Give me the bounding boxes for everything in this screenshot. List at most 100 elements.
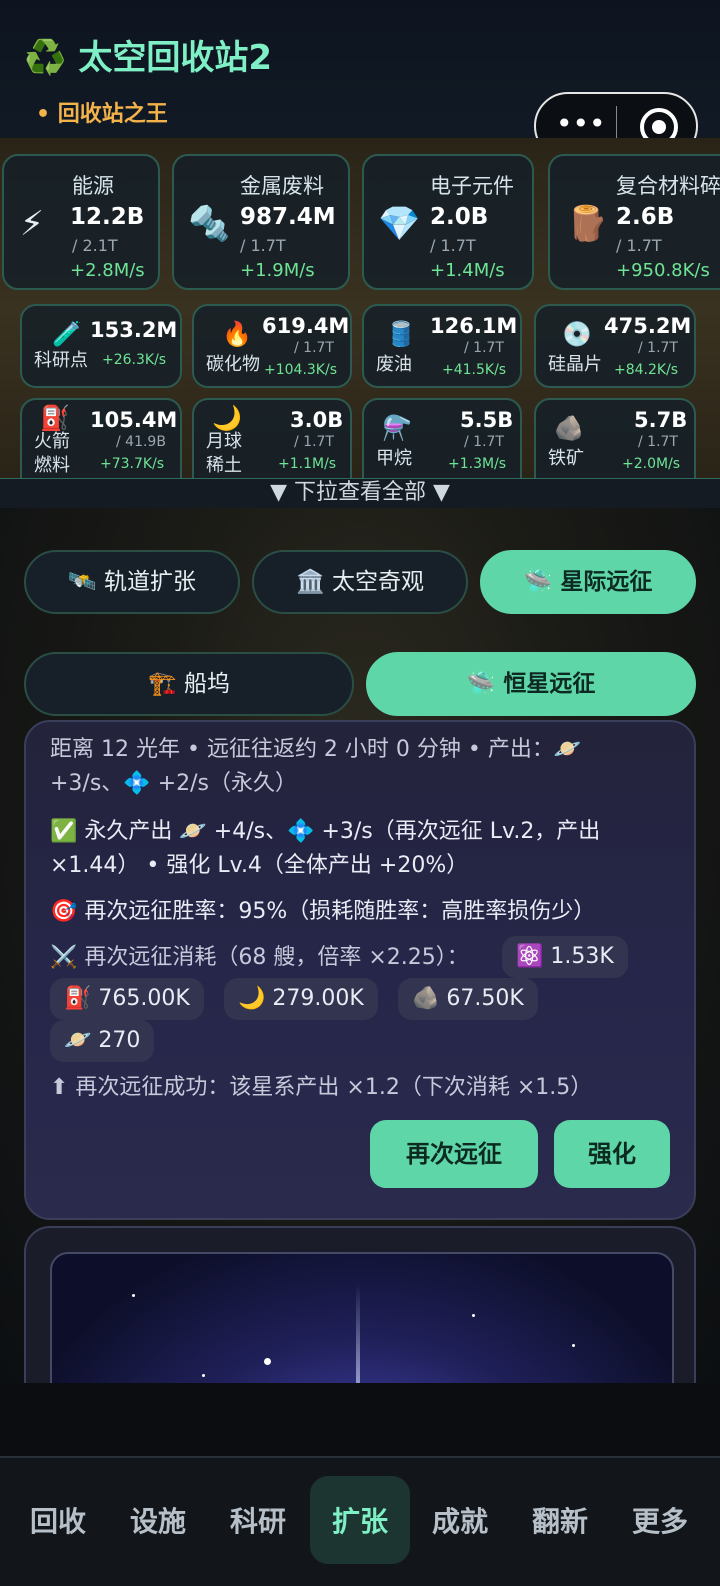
resource-rate: +26.3K/s bbox=[102, 352, 167, 368]
oil-barrel-icon: 🛢️ bbox=[386, 320, 416, 348]
resource-amount: 105.4M bbox=[90, 408, 178, 432]
resource-card-silicon-wafer: 💿 475.2M / 1.7T 硅晶片 +84.2K/s bbox=[534, 304, 696, 388]
bottom-nav: 回收 设施 科研 扩张 成就 翻新 更多 bbox=[0, 1456, 720, 1586]
resource-amount: 3.0B bbox=[290, 408, 344, 432]
resource-name: 铁矿 bbox=[548, 448, 584, 469]
resource-amount: 153.2M bbox=[90, 318, 178, 342]
resource-amount: 2.6B bbox=[616, 204, 675, 230]
resource-amount: 12.2B bbox=[70, 204, 145, 230]
resource-amount: 2.0B bbox=[430, 204, 489, 230]
nav-achievements[interactable]: 成就 bbox=[410, 1458, 510, 1586]
fuel-pump-icon: ⛽ bbox=[40, 404, 70, 432]
resource-name: 能源 bbox=[72, 174, 114, 198]
resource-name: 废油 bbox=[376, 354, 412, 375]
tab-interstellar-expedition[interactable]: 🛸 星际远征 bbox=[480, 550, 696, 614]
resource-card-waste-oil: 🛢️ 126.1M / 1.7T 废油 +41.5K/s bbox=[362, 304, 522, 388]
resource-cap: / 1.7T bbox=[430, 236, 476, 255]
resource-cap: / 1.7T bbox=[464, 434, 504, 450]
cost-chip-rock: 🪨 67.50K bbox=[398, 978, 538, 1020]
test-tube-icon: 🧪 bbox=[52, 320, 82, 348]
resource-card-metal-scrap: 金属废料 🔩 987.4M / 1.7T +1.9M/s bbox=[172, 154, 350, 290]
nav-more[interactable]: 更多 bbox=[610, 1458, 710, 1586]
lightning-icon: ⚡ bbox=[20, 204, 44, 244]
tab-stellar-expedition[interactable]: 🛸 恒星远征 bbox=[366, 652, 696, 716]
resource-rate: +1.9M/s bbox=[240, 260, 315, 281]
app-title-text: 太空回收站2 bbox=[78, 38, 273, 78]
resource-cap: / 1.7T bbox=[616, 236, 662, 255]
app-title: ♻️ 太空回收站2 bbox=[24, 30, 272, 79]
more-menu-icon[interactable]: ••• bbox=[556, 108, 606, 140]
flask-icon: ⚗️ bbox=[382, 414, 412, 442]
resource-rate: +104.3K/s bbox=[264, 362, 338, 378]
resource-rate: +1.1M/s bbox=[278, 456, 337, 472]
resource-card-lunar-rare-earth: 🌙 3.0B / 1.7T 月球稀土 +1.1M/s bbox=[192, 398, 352, 478]
permanent-output-line1: ✅ 永久产出 🪐 +4/s、💠 +3/s（再次远征 Lv.2，产出 bbox=[50, 819, 601, 844]
resource-panel[interactable]: 能源 ⚡ 12.2B / 2.1T +2.8M/s 金属废料 🔩 987.4M … bbox=[0, 138, 720, 478]
bolt-icon: 🔩 bbox=[188, 204, 231, 244]
resource-rate: +1.3M/s bbox=[448, 456, 507, 472]
content-bottom-spacer bbox=[0, 1383, 720, 1456]
resource-cap: / 1.7T bbox=[638, 340, 678, 356]
resource-cap: / 1.7T bbox=[240, 236, 286, 255]
resource-card-energy: 能源 ⚡ 12.2B / 2.1T +2.8M/s bbox=[2, 154, 160, 290]
resource-card-research: 🧪 153.2M 科研点 +26.3K/s bbox=[20, 304, 182, 388]
resource-rate: +41.5K/s bbox=[442, 362, 507, 378]
resource-amount: 5.5B bbox=[460, 408, 514, 432]
resource-card-composite: 复合材料碎 🪵 2.6B / 1.7T +950.8K/s bbox=[548, 154, 720, 290]
resource-amount: 475.2M bbox=[604, 314, 692, 338]
resource-cap: / 1.7T bbox=[294, 434, 334, 450]
star bbox=[202, 1374, 205, 1377]
nav-recycle[interactable]: 回收 bbox=[8, 1458, 108, 1586]
pull-to-expand-hint[interactable]: ▼ 下拉查看全部 ▼ bbox=[0, 478, 720, 510]
resource-amount: 5.7B bbox=[634, 408, 688, 432]
resource-name: 复合材料碎 bbox=[616, 174, 720, 198]
resource-card-iron-ore: 🪨 5.7B / 1.7T 铁矿 +2.0M/s bbox=[534, 398, 696, 478]
upgrade-button[interactable]: 强化 bbox=[554, 1120, 670, 1188]
nav-renovate[interactable]: 翻新 bbox=[510, 1458, 610, 1586]
resource-cap: / 1.7T bbox=[638, 434, 678, 450]
cost-label: ⚔️ 再次远征消耗（68 艘，倍率 ×2.25）： bbox=[50, 945, 469, 970]
resource-card-electronics: 电子元件 💎 2.0B / 1.7T +1.4M/s bbox=[362, 154, 534, 290]
moon-icon: 🌙 bbox=[212, 404, 242, 432]
recycle-icon: ♻️ bbox=[24, 38, 67, 78]
star bbox=[472, 1314, 475, 1317]
cost-chip-atom: ⚛️ 1.53K bbox=[502, 936, 628, 978]
expedition-again-button[interactable]: 再次远征 bbox=[370, 1120, 538, 1188]
gem-icon: 💎 bbox=[378, 204, 421, 244]
expedition-panel: 距离 12 光年 • 远征往返约 2 小时 0 分钟 • 产出：🪐 +3/s、💠… bbox=[24, 720, 696, 1220]
resource-card-carbide: 🔥 619.4M / 1.7T 碳化物 +104.3K/s bbox=[192, 304, 352, 388]
tab-orbital-expansion[interactable]: 🛰️ 轨道扩张 bbox=[24, 550, 240, 614]
star bbox=[264, 1358, 271, 1365]
resource-amount: 126.1M bbox=[430, 314, 518, 338]
resource-name: 碳化物 bbox=[206, 354, 260, 375]
nav-facilities[interactable]: 设施 bbox=[108, 1458, 208, 1586]
cost-chip-planet: 🪐 270 bbox=[50, 1020, 155, 1062]
resource-rate: +73.7K/s bbox=[100, 456, 165, 472]
resource-amount: 619.4M bbox=[262, 314, 350, 338]
disc-icon: 💿 bbox=[562, 320, 592, 348]
resource-rate: +2.0M/s bbox=[622, 456, 681, 472]
resource-name: 月球稀土 bbox=[206, 431, 242, 476]
resource-amount: 987.4M bbox=[240, 204, 336, 230]
permanent-output-line2: ×1.44） • 强化 Lv.4（全体产出 +20%） bbox=[50, 853, 469, 878]
star bbox=[132, 1294, 135, 1297]
win-rate-text: 🎯 再次远征胜率：95%（损耗随胜率：高胜率损伤少） bbox=[50, 899, 596, 924]
cost-chip-moon: 🌙 279.00K bbox=[224, 978, 378, 1020]
resource-rate: +1.4M/s bbox=[430, 260, 505, 281]
resource-rate: +84.2K/s bbox=[614, 362, 679, 378]
rock-icon: 🪨 bbox=[554, 414, 584, 442]
resource-cap: / 2.1T bbox=[72, 236, 118, 255]
resource-cap: / 41.9B bbox=[116, 434, 166, 450]
nav-expansion[interactable]: 扩张 bbox=[310, 1458, 410, 1586]
tab-space-wonders[interactable]: 🏛️ 太空奇观 bbox=[252, 550, 468, 614]
expedition-info-line1: 距离 12 光年 • 远征往返约 2 小时 0 分钟 • 产出：🪐 bbox=[50, 737, 582, 762]
success-bonus-text: ⬆ 再次远征成功：该星系产出 ×1.2（下次消耗 ×1.5） bbox=[50, 1075, 593, 1100]
resource-name: 金属废料 bbox=[240, 174, 324, 198]
resource-cap: / 1.7T bbox=[464, 340, 504, 356]
resource-name: 火箭燃料 bbox=[34, 431, 70, 476]
nav-research[interactable]: 科研 bbox=[208, 1458, 308, 1586]
resource-name: 硅晶片 bbox=[548, 354, 602, 375]
tab-shipyard[interactable]: 🏗️ 船坞 bbox=[24, 652, 354, 716]
resource-cap: / 1.7T bbox=[294, 340, 334, 356]
resource-rate: +2.8M/s bbox=[70, 260, 145, 281]
